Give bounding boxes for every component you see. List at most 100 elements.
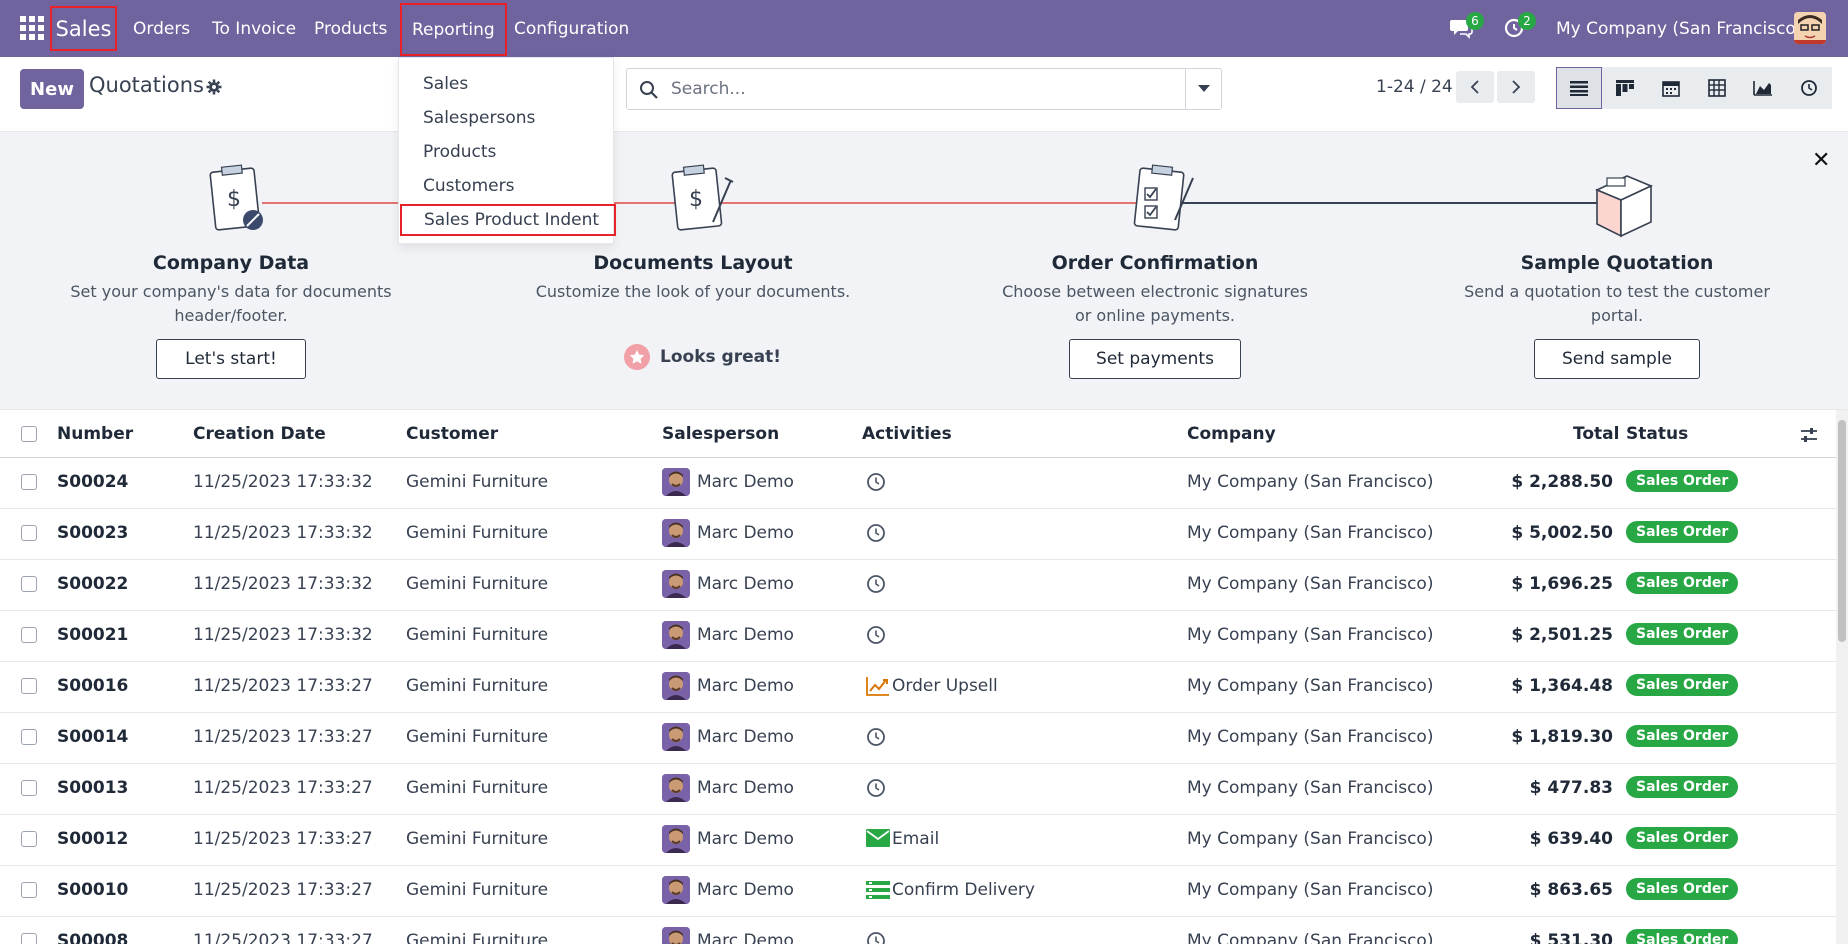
salesperson-avatar[interactable] (662, 672, 690, 700)
graph-view-button[interactable] (1740, 67, 1786, 109)
new-button[interactable]: New (20, 69, 84, 109)
vertical-scrollbar[interactable] (1836, 410, 1848, 944)
clock-icon[interactable] (866, 727, 888, 749)
column-header-total[interactable]: Total (1573, 424, 1619, 444)
table-row[interactable]: S00008 11/25/2023 17:33:27 Gemini Furnitur… (0, 917, 1836, 944)
pager-value[interactable]: 1-24 / 24 (1376, 77, 1453, 97)
row-checkbox[interactable] (21, 729, 37, 745)
clock-icon[interactable] (866, 574, 888, 596)
onboarding-step-order-confirmation: Order Confirmation Choose between electr… (975, 132, 1335, 410)
reporting-menu-item-customers[interactable]: Customers (399, 170, 613, 202)
salesperson-avatar[interactable] (662, 519, 690, 547)
cell-company: My Company (San Francisco) (1187, 625, 1434, 645)
nav-item-reporting[interactable]: Reporting (400, 3, 507, 56)
chart-up-icon[interactable] (866, 676, 889, 698)
row-checkbox[interactable] (21, 678, 37, 694)
cell-activity-label[interactable]: Order Upsell (892, 676, 998, 696)
list-view-button[interactable] (1556, 67, 1602, 109)
step-title: Documents Layout (593, 252, 793, 274)
salesperson-avatar[interactable] (662, 468, 690, 496)
salesperson-avatar[interactable] (662, 621, 690, 649)
select-all-checkbox[interactable] (21, 426, 37, 442)
table-row[interactable]: S00023 11/25/2023 17:33:32 Gemini Furnitur… (0, 509, 1836, 560)
table-row[interactable]: S00010 11/25/2023 17:33:27 Gemini Furnitur… (0, 866, 1836, 917)
column-header-number[interactable]: Number (57, 424, 133, 444)
column-header-company[interactable]: Company (1187, 424, 1276, 444)
cell-salesperson: Marc Demo (697, 778, 794, 798)
row-checkbox[interactable] (21, 627, 37, 643)
svg-text:$: $ (227, 187, 241, 212)
column-header-status[interactable]: Status (1626, 424, 1688, 444)
nav-item-configuration[interactable]: Configuration (514, 0, 629, 57)
kanban-view-button[interactable] (1602, 67, 1648, 109)
salesperson-avatar[interactable] (662, 825, 690, 853)
table-row[interactable]: S00024 11/25/2023 17:33:32 Gemini Furnitur… (0, 458, 1836, 509)
scrollbar-thumb[interactable] (1838, 420, 1846, 642)
cell-activity-label[interactable]: Email (892, 829, 939, 849)
page-title: Quotations (89, 73, 204, 97)
reporting-menu-item-sales-product-indent[interactable]: Sales Product Indent (400, 204, 616, 236)
nav-item-products[interactable]: Products (314, 0, 387, 57)
clock-icon[interactable] (866, 625, 888, 647)
salesperson-avatar[interactable] (662, 927, 690, 944)
column-header-creation-date[interactable]: Creation Date (193, 424, 326, 444)
reporting-menu-item-sales[interactable]: Sales (399, 68, 613, 100)
nav-item-orders[interactable]: Orders (133, 0, 190, 57)
clock-icon[interactable] (866, 523, 888, 545)
delivery-icon[interactable] (866, 880, 890, 902)
row-checkbox[interactable] (21, 525, 37, 541)
table-row[interactable]: S00021 11/25/2023 17:33:32 Gemini Furnitur… (0, 611, 1836, 662)
salesperson-avatar[interactable] (662, 876, 690, 904)
search-options-toggle[interactable] (1185, 69, 1221, 109)
cell-customer: Gemini Furniture (406, 727, 549, 747)
search-input[interactable] (671, 75, 1151, 103)
gear-icon[interactable] (206, 79, 222, 95)
salesperson-avatar[interactable] (662, 723, 690, 751)
table-row[interactable]: S00016 11/25/2023 17:33:27 Gemini Furnitur… (0, 662, 1836, 713)
company-switcher[interactable]: My Company (San Francisco) (1556, 0, 1802, 57)
pager-next-button[interactable] (1497, 71, 1535, 103)
reporting-menu-item-products[interactable]: Products (399, 136, 613, 168)
close-icon[interactable]: ✕ (1812, 148, 1830, 173)
apps-menu-icon[interactable] (20, 16, 44, 40)
clock-icon[interactable] (866, 931, 888, 944)
table-row[interactable]: S00014 11/25/2023 17:33:27 Gemini Furnitur… (0, 713, 1836, 764)
clock-icon[interactable] (866, 778, 888, 800)
column-header-salesperson[interactable]: Salesperson (662, 424, 779, 444)
nav-brand-sales[interactable]: Sales (50, 6, 117, 51)
column-header-activities[interactable]: Activities (862, 424, 952, 444)
cell-customer: Gemini Furniture (406, 625, 549, 645)
table-row[interactable]: S00013 11/25/2023 17:33:27 Gemini Furnitur… (0, 764, 1836, 815)
user-avatar[interactable] (1794, 12, 1826, 44)
row-checkbox[interactable] (21, 780, 37, 796)
column-header-customer[interactable]: Customer (406, 424, 498, 444)
salesperson-avatar[interactable] (662, 570, 690, 598)
row-checkbox[interactable] (21, 882, 37, 898)
cell-activity-label[interactable]: Confirm Delivery (892, 880, 1035, 900)
nav-item-to-invoice[interactable]: To Invoice (212, 0, 296, 57)
cell-salesperson: Marc Demo (697, 727, 794, 747)
pivot-view-button[interactable] (1694, 67, 1740, 109)
optional-columns-icon[interactable] (1800, 426, 1818, 444)
reporting-menu-item-salespersons[interactable]: Salespersons (399, 102, 613, 134)
lets-start-button[interactable]: Let's start! (156, 339, 306, 379)
cell-company: My Company (San Francisco) (1187, 931, 1434, 944)
activity-view-button[interactable] (1786, 67, 1832, 109)
row-checkbox[interactable] (21, 831, 37, 847)
table-row[interactable]: S00012 11/25/2023 17:33:27 Gemini Furnitur… (0, 815, 1836, 866)
row-checkbox[interactable] (21, 933, 37, 944)
send-sample-button[interactable]: Send sample (1534, 339, 1700, 379)
table-row[interactable]: S00022 11/25/2023 17:33:32 Gemini Furnitur… (0, 560, 1836, 611)
row-checkbox[interactable] (21, 474, 37, 490)
row-checkbox[interactable] (21, 576, 37, 592)
cell-company: My Company (San Francisco) (1187, 523, 1434, 543)
clock-icon[interactable] (866, 472, 888, 494)
calendar-view-button[interactable] (1648, 67, 1694, 109)
set-payments-button[interactable]: Set payments (1069, 339, 1241, 379)
salesperson-avatar[interactable] (662, 774, 690, 802)
email-icon[interactable] (866, 829, 890, 851)
step-description: Set your company's data for documents he… (70, 282, 392, 325)
reporting-dropdown-menu: Sales Salespersons Products Customers Sa… (398, 57, 616, 244)
pager-previous-button[interactable] (1456, 71, 1494, 103)
status-badge: Sales Order (1626, 929, 1739, 944)
